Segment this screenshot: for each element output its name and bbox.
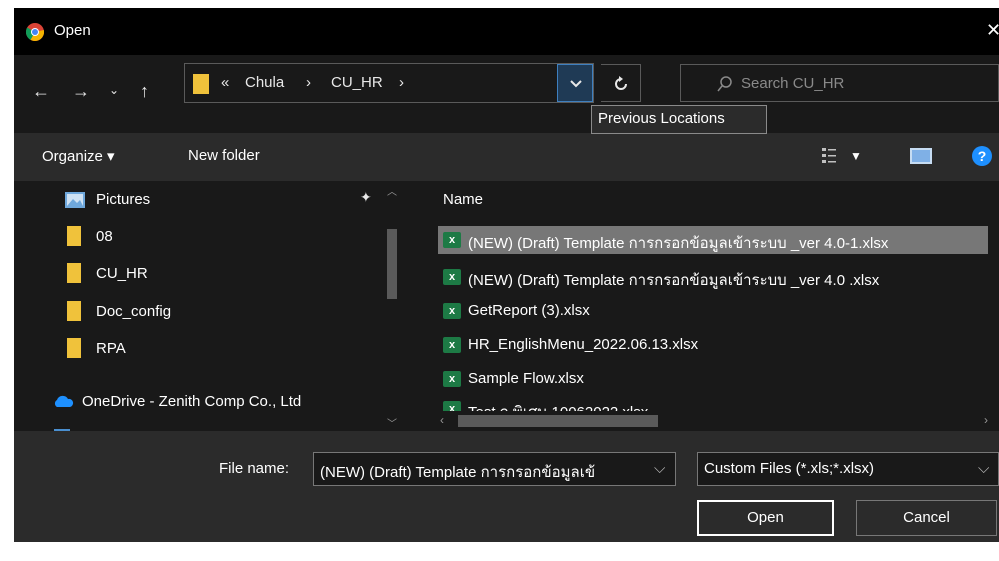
scrollbar-thumb[interactable] — [387, 229, 397, 299]
file-type-select[interactable]: Custom Files (*.xls;*.xlsx) ⌵ — [697, 452, 999, 486]
help-icon[interactable]: ? — [972, 146, 992, 166]
refresh-icon — [615, 76, 627, 90]
pictures-icon — [65, 192, 85, 208]
scrollbar-thumb[interactable] — [458, 415, 658, 427]
refresh-button[interactable] — [601, 64, 641, 102]
file-name: Sample Flow.xlsx — [468, 370, 584, 387]
breadcrumb-cu-hr[interactable]: CU_HR — [331, 74, 383, 91]
pin-icon[interactable]: ✦ — [360, 189, 372, 206]
excel-file-icon: x — [443, 232, 461, 248]
window-title: Open — [54, 22, 91, 39]
file-list-hscrollbar[interactable]: ‹ › — [428, 411, 999, 431]
chevron-down-icon[interactable]: ⌵ — [978, 460, 989, 477]
nav-item-doc-config[interactable]: Doc_config — [96, 303, 171, 320]
file-name-label: File name: — [219, 460, 290, 477]
back-arrow-icon[interactable]: ← — [32, 81, 50, 102]
address-bar[interactable]: « Chula › CU_HR › — [184, 63, 594, 103]
chevron-down-icon — [570, 80, 582, 88]
previous-locations-button[interactable] — [557, 64, 593, 102]
view-options-icon[interactable] — [822, 147, 836, 165]
scroll-left-icon[interactable]: ‹ — [440, 413, 444, 427]
breadcrumb-overflow[interactable]: « — [221, 74, 229, 91]
excel-file-icon: x — [443, 269, 461, 285]
excel-file-icon: x — [443, 371, 461, 387]
nav-item-onedrive[interactable]: OneDrive - Zenith Comp Co., Ltd — [82, 393, 301, 410]
scroll-down-icon[interactable]: ﹀ — [387, 415, 397, 430]
nav-item-08[interactable]: 08 — [96, 228, 113, 245]
command-bar: Organize ▾ New folder ▼ ? — [14, 133, 999, 181]
title-bar: Open ✕ — [14, 8, 999, 55]
file-list: Name x (NEW) (Draft) Template การกรอกข้อ… — [428, 181, 999, 431]
folder-icon — [67, 338, 81, 358]
search-icon — [717, 76, 732, 92]
nav-item-pictures[interactable]: Pictures — [96, 191, 150, 208]
breadcrumb-separator[interactable]: › — [399, 74, 404, 91]
chrome-icon — [26, 23, 44, 41]
open-button[interactable]: Open — [697, 500, 834, 536]
file-row[interactable]: x (NEW) (Draft) Template การกรอกข้อมูลเข… — [438, 226, 988, 254]
folder-icon — [193, 74, 209, 94]
forward-arrow-icon[interactable]: → — [72, 81, 90, 102]
file-row[interactable]: x HR_EnglishMenu_2022.06.13.xlsx — [438, 331, 988, 359]
excel-file-icon: x — [443, 337, 461, 353]
onedrive-cloud-icon — [54, 395, 74, 407]
up-arrow-icon[interactable]: ↑ — [140, 81, 149, 102]
preview-pane-icon[interactable] — [910, 148, 932, 164]
folder-icon — [67, 263, 81, 283]
file-type-value: Custom Files (*.xls;*.xlsx) — [704, 460, 875, 477]
file-row[interactable]: x Sample Flow.xlsx — [438, 365, 988, 393]
previous-locations-tooltip: Previous Locations — [591, 105, 767, 134]
nav-scrollbar[interactable]: ︿ ﹀ — [384, 181, 400, 431]
breadcrumb-separator[interactable]: › — [306, 74, 311, 91]
search-box[interactable]: Search CU_HR — [680, 64, 999, 102]
excel-file-icon: x — [443, 303, 461, 319]
folder-icon — [67, 226, 81, 246]
scroll-right-icon[interactable]: › — [984, 413, 988, 427]
file-name-combobox[interactable]: (NEW) (Draft) Template การกรอกข้อมูลเข้ … — [313, 452, 676, 486]
organize-menu[interactable]: Organize ▾ — [42, 147, 115, 165]
file-name: HR_EnglishMenu_2022.06.13.xlsx — [468, 336, 699, 353]
dialog-footer: File name: (NEW) (Draft) Template การกรอ… — [14, 431, 999, 542]
recent-locations-chevron-icon[interactable]: ⌄ — [109, 83, 119, 97]
scroll-up-icon[interactable]: ︿ — [387, 183, 397, 198]
file-row[interactable]: x (NEW) (Draft) Template การกรอกข้อมูลเข… — [438, 263, 988, 291]
column-header-name[interactable]: Name — [443, 191, 483, 208]
breadcrumb-chula[interactable]: Chula — [245, 74, 284, 91]
file-name-input[interactable]: (NEW) (Draft) Template การกรอกข้อมูลเข้ — [320, 460, 595, 484]
chevron-down-icon[interactable]: ⌵ — [654, 460, 665, 477]
cancel-button[interactable]: Cancel — [856, 500, 997, 536]
file-row[interactable]: x GetReport (3).xlsx — [438, 297, 988, 325]
file-name: (NEW) (Draft) Template การกรอกข้อมูลเข้า… — [468, 272, 880, 289]
new-folder-button[interactable]: New folder — [188, 147, 260, 164]
file-name: (NEW) (Draft) Template การกรอกข้อมูลเข้า… — [468, 235, 889, 252]
nav-item-rpa[interactable]: RPA — [96, 340, 126, 357]
close-icon[interactable]: ✕ — [986, 20, 999, 41]
search-input[interactable]: Search CU_HR — [741, 75, 844, 92]
navigation-pane: Pictures ✦ 08 CU_HR Doc_config RPA OneDr… — [14, 181, 400, 431]
nav-item-cu-hr[interactable]: CU_HR — [96, 265, 148, 282]
view-dropdown-icon[interactable]: ▼ — [850, 149, 862, 163]
folder-icon — [67, 301, 81, 321]
file-name: GetReport (3).xlsx — [468, 302, 590, 319]
open-file-dialog: Open ✕ ← → ⌄ ↑ « Chula › CU_HR › Search … — [14, 8, 999, 542]
